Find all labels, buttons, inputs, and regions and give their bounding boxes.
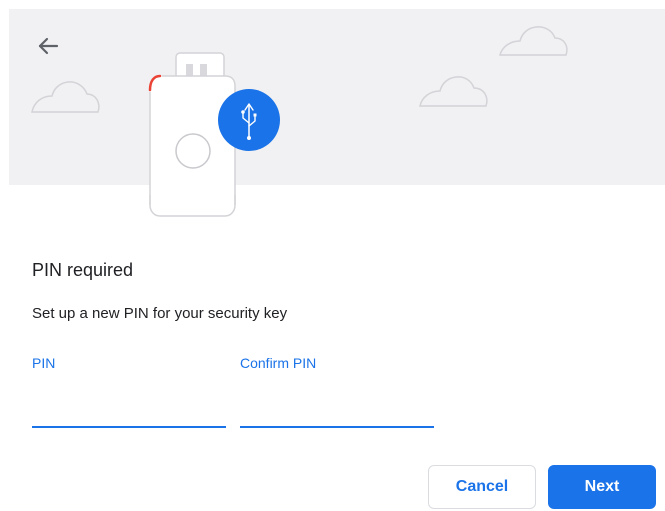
- next-button[interactable]: Next: [548, 465, 656, 509]
- confirm-pin-label: Confirm PIN: [240, 355, 317, 371]
- pin-field-container: PIN: [32, 354, 226, 430]
- pin-label: PIN: [32, 355, 56, 371]
- dialog-title: PIN required: [32, 260, 134, 280]
- confirm-pin-field-container: Confirm PIN: [240, 354, 434, 430]
- cancel-button[interactable]: Cancel: [428, 465, 536, 509]
- arrow-left-icon: [30, 28, 66, 64]
- back-button[interactable]: [30, 28, 66, 64]
- pin-input[interactable]: [32, 402, 226, 428]
- confirm-pin-input[interactable]: [240, 402, 434, 428]
- security-key-pin-dialog: PIN required Set up a new PIN for your s…: [0, 0, 665, 511]
- dialog-actions: Cancel Next: [428, 465, 656, 509]
- header-illustration: [9, 9, 665, 185]
- dialog-subtitle: Set up a new PIN for your security key: [32, 305, 288, 322]
